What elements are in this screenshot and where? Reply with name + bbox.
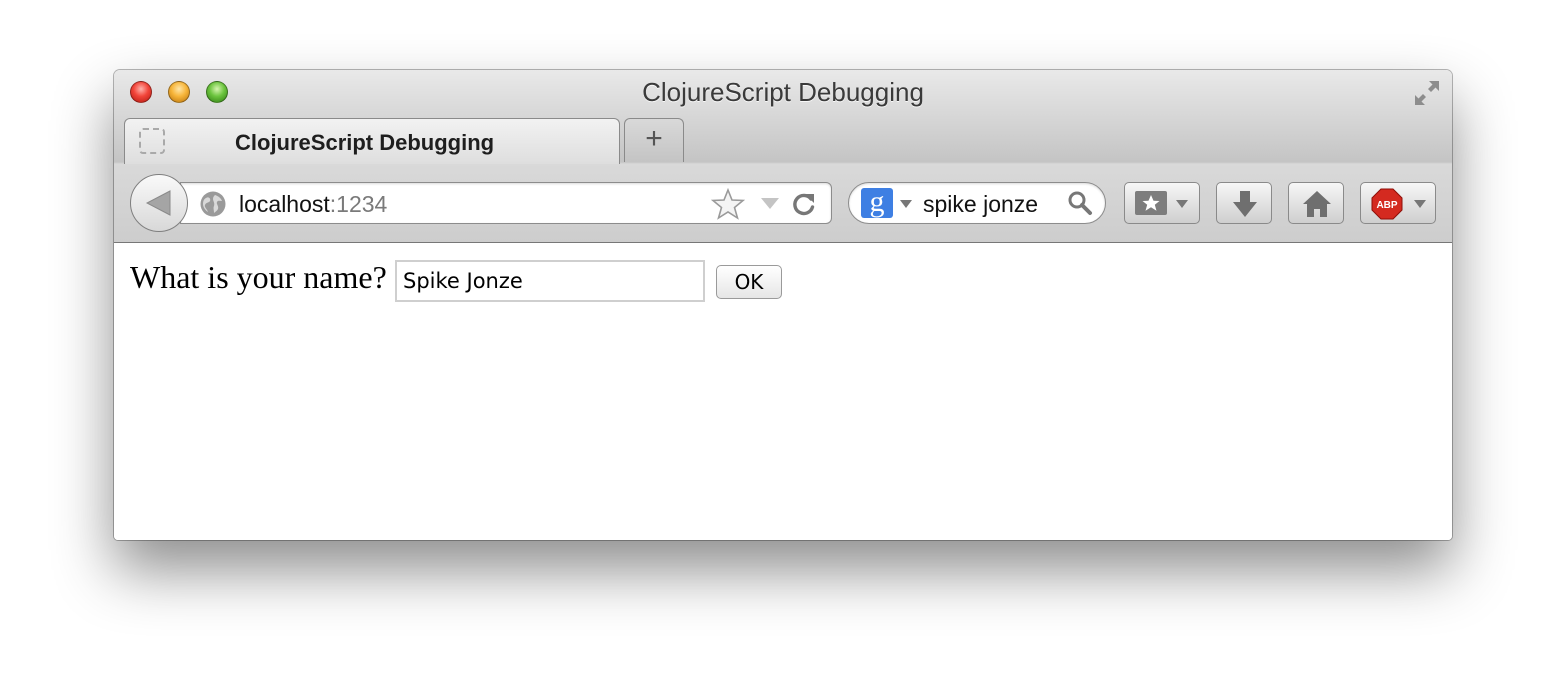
ok-button[interactable]: OK — [716, 265, 782, 299]
downloads-button[interactable] — [1216, 182, 1272, 224]
bookmark-star-icon[interactable] — [711, 188, 745, 220]
url-port: :1234 — [329, 191, 388, 217]
search-input[interactable]: spike jonze — [923, 191, 1038, 218]
name-input[interactable] — [395, 260, 705, 302]
name-prompt-label: What is your name? — [130, 259, 387, 295]
adblock-dropdown-icon — [1414, 200, 1426, 208]
fullscreen-icon[interactable] — [1412, 78, 1442, 108]
engine-dropdown-icon[interactable] — [899, 199, 913, 209]
bookmarks-star-icon — [1135, 191, 1167, 215]
reload-icon[interactable] — [791, 191, 817, 217]
bookmarks-button[interactable] — [1124, 182, 1200, 224]
search-bar[interactable]: g spike jonze — [848, 182, 1106, 224]
browser-window: ClojureScript Debugging ClojureScript De… — [114, 70, 1452, 540]
globe-icon — [200, 191, 226, 217]
back-arrow-icon — [145, 190, 171, 216]
back-button[interactable] — [130, 174, 188, 232]
tab-active[interactable]: ClojureScript Debugging — [124, 118, 620, 164]
google-engine-icon[interactable]: g — [861, 187, 893, 218]
history-dropdown-icon[interactable] — [759, 196, 781, 210]
page-content: What is your name? OK — [114, 243, 1452, 540]
search-icon[interactable] — [1067, 190, 1093, 216]
url-bar[interactable]: localhost:1234 — [180, 182, 832, 224]
tab-label: ClojureScript Debugging — [235, 130, 495, 155]
window-title: ClojureScript Debugging — [642, 77, 924, 107]
adblock-badge-text: ABP — [1376, 200, 1397, 211]
home-icon — [1303, 191, 1331, 217]
url-text: localhost:1234 — [239, 191, 387, 218]
page-favicon-icon — [139, 128, 165, 154]
url-host: localhost — [239, 191, 330, 217]
new-tab-button[interactable]: + — [624, 118, 684, 162]
home-button[interactable] — [1288, 182, 1344, 224]
adblock-button[interactable]: ABP — [1360, 182, 1436, 224]
bookmarks-dropdown-icon — [1176, 200, 1188, 208]
adblock-stop-icon: ABP — [1371, 188, 1403, 220]
browser-chrome: ClojureScript Debugging ClojureScript De… — [114, 70, 1452, 243]
download-arrow-icon — [1233, 191, 1257, 217]
navigation-toolbar: localhost:1234 g spike jonze ABP — [114, 164, 1452, 242]
